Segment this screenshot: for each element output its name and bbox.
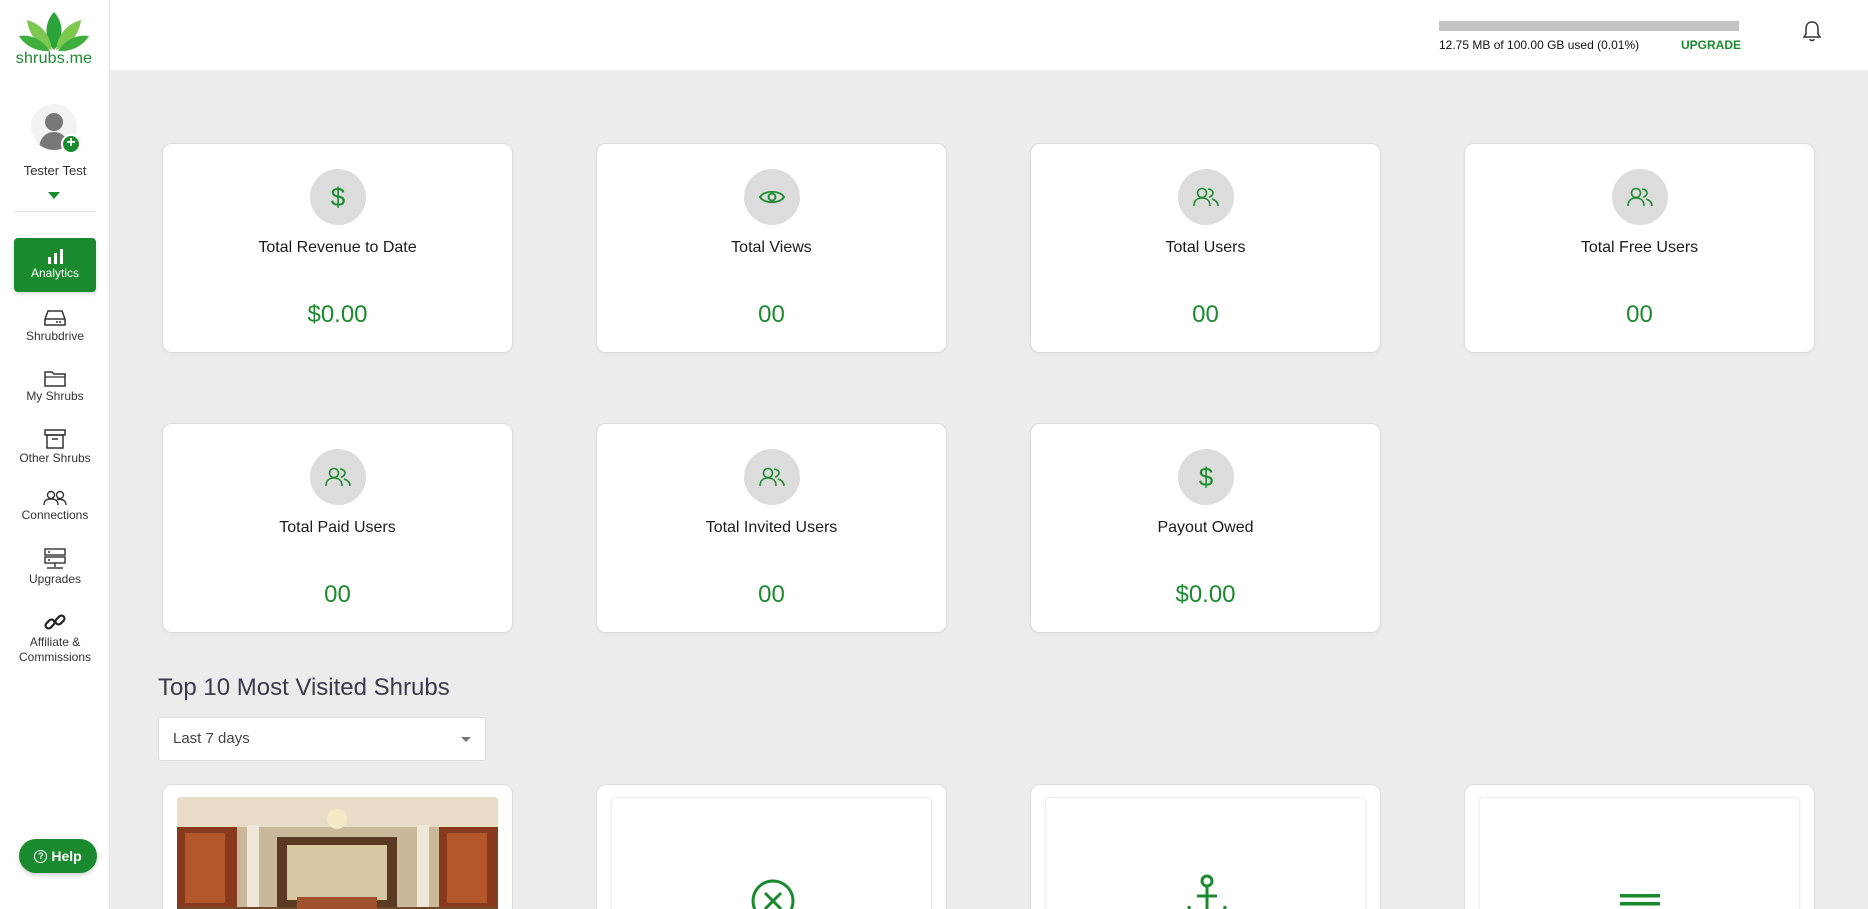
sidebar-item-label: Other Shrubs — [19, 451, 91, 465]
date-range-select[interactable]: Last 7 days — [158, 717, 486, 761]
sidebar-item-label-2: Commissions — [18, 650, 91, 664]
server-icon — [44, 548, 66, 569]
logo-text: shrubs.me — [15, 50, 93, 67]
stat-card-total-free-users: Total Free Users 00 — [1464, 143, 1815, 353]
sidebar-item-shrubdrive[interactable]: Shrubdrive — [14, 309, 96, 343]
hard-drive-icon — [44, 310, 66, 326]
eye-icon — [744, 169, 800, 225]
stat-title: Total Views — [731, 239, 812, 256]
help-button[interactable]: ? Help — [19, 839, 97, 873]
stat-value: 00 — [758, 581, 785, 608]
user-name: Tester Test — [23, 163, 87, 178]
shrub-card[interactable] — [1030, 784, 1381, 909]
dollar-icon: $ — [1178, 449, 1234, 505]
stat-card-total-views: Total Views 00 — [596, 143, 947, 353]
leaf-logo-icon — [19, 12, 89, 52]
shrub-card[interactable] — [1464, 784, 1815, 909]
logo[interactable]: shrubs.me — [14, 10, 94, 68]
users-icon — [1178, 169, 1234, 225]
add-avatar-icon[interactable]: + — [61, 134, 81, 154]
shrub-card-inner — [1045, 797, 1366, 909]
stat-card-total-revenue: $ Total Revenue to Date $0.00 — [162, 143, 513, 353]
link-icon — [44, 614, 66, 630]
sidebar-item-other-shrubs[interactable]: Other Shrubs — [14, 429, 96, 465]
users-icon — [744, 449, 800, 505]
bell-icon[interactable] — [1802, 20, 1822, 49]
stat-value: 00 — [1626, 301, 1653, 328]
stat-title: Total Free Users — [1580, 239, 1699, 256]
menu-lines-icon — [1620, 894, 1660, 906]
stat-card-payout-owed: $ Payout Owed $0.00 — [1030, 423, 1381, 633]
chevron-down-icon[interactable] — [48, 192, 60, 199]
sidebar-item-label: Upgrades — [28, 572, 82, 586]
upgrade-link[interactable]: UPGRADE — [1681, 38, 1741, 52]
anchor-icon — [1187, 874, 1227, 909]
shrub-card-inner — [611, 797, 932, 909]
stat-card-total-paid-users: Total Paid Users 00 — [162, 423, 513, 633]
help-icon: ? — [34, 849, 48, 863]
bar-chart-icon — [48, 249, 63, 264]
stat-value: 00 — [324, 581, 351, 608]
users-icon — [1612, 169, 1668, 225]
sidebar-item-label: My Shrubs — [26, 389, 84, 403]
stat-card-total-users: Total Users 00 — [1030, 143, 1381, 353]
x-circle-icon — [751, 879, 795, 909]
storage-usage-text: 12.75 MB of 100.00 GB used (0.01%) — [1439, 38, 1640, 52]
stat-value: $0.00 — [1175, 581, 1236, 608]
section-title: Top 10 Most Visited Shrubs — [158, 674, 450, 701]
shrub-card[interactable] — [596, 784, 947, 909]
top-bar — [110, 0, 1868, 70]
stat-title: Payout Owed — [1157, 519, 1254, 536]
sidebar-divider — [14, 211, 96, 212]
chevron-down-icon — [461, 737, 471, 742]
stat-value: $0.00 — [307, 301, 368, 328]
shrub-card[interactable] — [162, 784, 513, 909]
shrub-card-inner — [1479, 797, 1800, 909]
storage-progress-bar — [1439, 21, 1739, 31]
sidebar-item-label: Analytics — [30, 266, 80, 280]
date-range-value: Last 7 days — [173, 730, 250, 747]
sidebar-item-upgrades[interactable]: Upgrades — [14, 548, 96, 586]
sidebar-item-label: Connections — [21, 508, 89, 522]
stat-card-total-invited-users: Total Invited Users 00 — [596, 423, 947, 633]
stat-title: Total Invited Users — [705, 519, 838, 536]
sidebar-item-analytics[interactable]: Analytics — [14, 238, 96, 292]
archive-box-icon — [44, 429, 66, 449]
stat-value: 00 — [758, 301, 785, 328]
sidebar-item-connections[interactable]: Connections — [14, 490, 96, 522]
stat-title: Total Revenue to Date — [258, 239, 417, 256]
users-icon — [310, 449, 366, 505]
sidebar-item-affiliate[interactable]: Affiliate & Commissions — [14, 611, 96, 665]
help-label: Help — [51, 848, 82, 864]
sidebar-item-label: Shrubdrive — [25, 329, 85, 343]
sidebar: shrubs.me + Tester Test Analytics Shrubd… — [0, 0, 110, 909]
sidebar-item-my-shrubs[interactable]: My Shrubs — [14, 369, 96, 403]
sidebar-item-label: Affiliate & — [29, 635, 81, 649]
users-icon — [43, 490, 67, 506]
dollar-icon: $ — [310, 169, 366, 225]
stat-value: 00 — [1192, 301, 1219, 328]
stat-title: Total Paid Users — [279, 519, 396, 536]
stat-title: Total Users — [1165, 239, 1246, 256]
avatar[interactable]: + — [31, 104, 81, 154]
folder-icon — [44, 371, 66, 387]
hotel-lobby-image — [177, 797, 498, 909]
